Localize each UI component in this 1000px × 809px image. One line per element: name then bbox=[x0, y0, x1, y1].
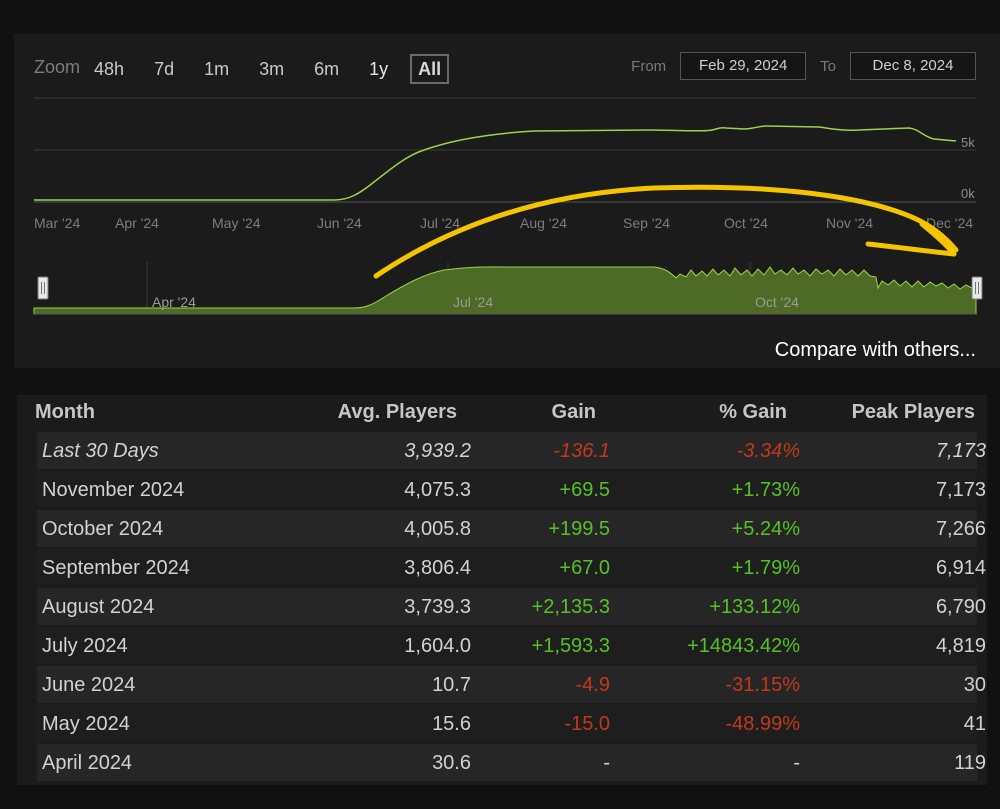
cell-avg-players: 3,739.3 bbox=[404, 596, 471, 618]
cell-pct-gain: +133.12% bbox=[709, 596, 800, 618]
cell-gain: +2,135.3 bbox=[531, 596, 610, 618]
cell-peak-players: 7,173 bbox=[935, 440, 986, 462]
cell-gain: +67.0 bbox=[559, 557, 610, 579]
cell-pct-gain: -48.99% bbox=[725, 713, 801, 735]
cell-pct-gain: +5.24% bbox=[731, 518, 800, 540]
cell-month: September 2024 bbox=[42, 557, 190, 579]
cell-peak-players: 41 bbox=[963, 713, 986, 735]
player-count-chart: 5k 0k Mar '24 Apr '24 May '24 Jun '24 Ju… bbox=[33, 97, 983, 315]
cell-pct-gain: +14843.42% bbox=[687, 635, 800, 657]
compare-with-others-link[interactable]: Compare with others... bbox=[775, 339, 976, 362]
x-tick-oct: Oct '24 bbox=[724, 215, 768, 231]
cell-peak-players: 6,914 bbox=[935, 557, 986, 579]
nav-tick-jul: Jul '24 bbox=[453, 294, 493, 310]
cell-pct-gain: -3.34% bbox=[736, 440, 800, 462]
x-tick-may: May '24 bbox=[212, 215, 261, 231]
cell-avg-players: 4,005.8 bbox=[404, 518, 471, 540]
table-row: June 2024 10.7 -4.9 -31.15% 30 bbox=[37, 666, 986, 703]
x-tick-aug: Aug '24 bbox=[520, 215, 567, 231]
x-tick-mar: Mar '24 bbox=[34, 215, 80, 231]
cell-pct-gain: +1.73% bbox=[731, 479, 800, 501]
cell-month: July 2024 bbox=[42, 635, 128, 657]
navigator[interactable]: Apr '24 Jul '24 Oct '24 bbox=[33, 262, 983, 315]
cell-avg-players: 3,939.2 bbox=[404, 440, 471, 462]
y-tick-0k: 0k bbox=[961, 186, 975, 201]
cell-avg-players: 15.6 bbox=[432, 713, 471, 735]
cell-pct-gain: +1.79% bbox=[731, 557, 800, 579]
header-gain[interactable]: Gain bbox=[552, 401, 596, 424]
cell-month: Last 30 Days bbox=[42, 440, 159, 462]
annotation-arrow bbox=[373, 184, 959, 279]
cell-pct-gain: -31.15% bbox=[725, 674, 801, 696]
table-row: July 2024 1,604.0 +1,593.3 +14843.42% 4,819 bbox=[37, 627, 986, 664]
cell-avg-players: 3,806.4 bbox=[404, 557, 471, 579]
cell-peak-players: 119 bbox=[954, 752, 986, 774]
cell-gain: +69.5 bbox=[559, 479, 610, 501]
nav-tick-apr: Apr '24 bbox=[152, 294, 196, 310]
cell-peak-players: 4,819 bbox=[935, 635, 986, 657]
navigator-right-handle[interactable] bbox=[971, 276, 983, 300]
table-row: October 2024 4,005.8 +199.5 +5.24% 7,266 bbox=[37, 510, 986, 547]
table-row: May 2024 15.6 -15.0 -48.99% 41 bbox=[37, 705, 986, 742]
cell-month: November 2024 bbox=[42, 479, 185, 501]
table-header: Month Avg. Players Gain % Gain Peak Play… bbox=[17, 395, 987, 432]
table-row: August 2024 3,739.3 +2,135.3 +133.12% 6,790 bbox=[37, 588, 986, 625]
x-tick-nov: Nov '24 bbox=[826, 215, 873, 231]
cell-peak-players: 30 bbox=[963, 674, 986, 696]
cell-month: June 2024 bbox=[42, 674, 136, 696]
cell-pct-gain: - bbox=[793, 752, 800, 774]
cell-peak-players: 6,790 bbox=[935, 596, 986, 618]
table-row: April 2024 30.6 - - 119 bbox=[37, 744, 986, 781]
cell-gain: -136.1 bbox=[553, 440, 610, 462]
x-tick-apr: Apr '24 bbox=[115, 215, 159, 231]
y-tick-5k: 5k bbox=[961, 135, 975, 150]
cell-avg-players: 30.6 bbox=[432, 752, 471, 774]
cell-gain: -15.0 bbox=[564, 713, 610, 735]
chart-panel: Zoom 48h 7d 1m 3m 6m 1y All From Feb 29,… bbox=[14, 34, 1000, 368]
cell-avg-players: 4,075.3 bbox=[404, 479, 471, 501]
cell-avg-players: 1,604.0 bbox=[404, 635, 471, 657]
cell-month: May 2024 bbox=[42, 713, 130, 735]
cell-month: August 2024 bbox=[42, 596, 155, 618]
nav-tick-oct: Oct '24 bbox=[755, 294, 799, 310]
table-row: November 2024 4,075.3 +69.5 +1.73% 7,173 bbox=[37, 471, 986, 508]
cell-gain: +1,593.3 bbox=[531, 635, 610, 657]
x-tick-jun: Jun '24 bbox=[317, 215, 362, 231]
cell-peak-players: 7,173 bbox=[935, 479, 986, 501]
header-month[interactable]: Month bbox=[35, 401, 95, 424]
cell-gain: - bbox=[603, 752, 610, 774]
cell-gain: +199.5 bbox=[548, 518, 610, 540]
cell-month: April 2024 bbox=[42, 752, 133, 774]
cell-avg-players: 10.7 bbox=[432, 674, 471, 696]
x-tick-sep: Sep '24 bbox=[623, 215, 670, 231]
navigator-left-handle[interactable] bbox=[37, 276, 49, 300]
header-pct-gain[interactable]: % Gain bbox=[719, 401, 787, 424]
table-row: Last 30 Days 3,939.2 -136.1 -3.34% 7,173 bbox=[37, 432, 986, 469]
x-tick-jul: Jul '24 bbox=[420, 215, 460, 231]
cell-peak-players: 7,266 bbox=[935, 518, 986, 540]
cell-month: October 2024 bbox=[42, 518, 164, 540]
header-avg-players[interactable]: Avg. Players bbox=[338, 401, 457, 424]
header-peak-players[interactable]: Peak Players bbox=[852, 401, 975, 424]
cell-gain: -4.9 bbox=[575, 674, 610, 696]
player-count-line bbox=[34, 125, 957, 201]
table-row: September 2024 3,806.4 +67.0 +1.79% 6,914 bbox=[37, 549, 986, 586]
monthly-stats-table: Month Avg. Players Gain % Gain Peak Play… bbox=[17, 395, 987, 785]
